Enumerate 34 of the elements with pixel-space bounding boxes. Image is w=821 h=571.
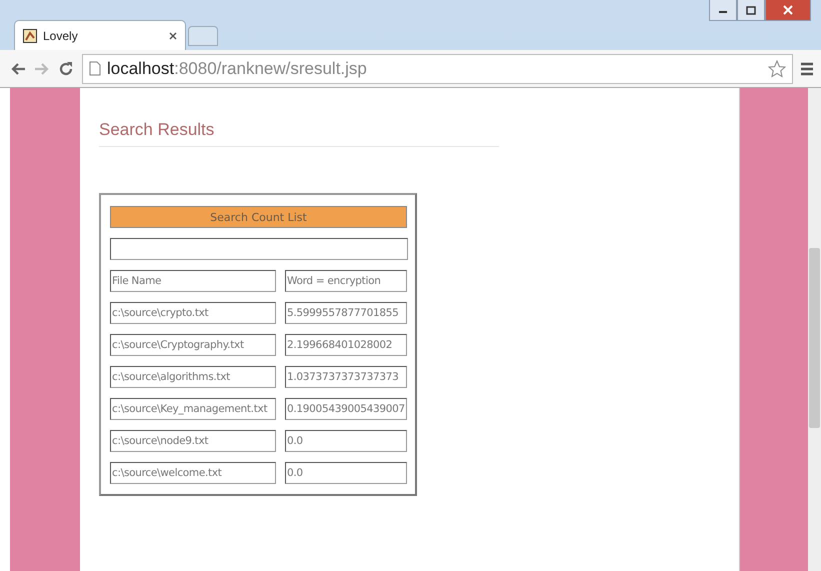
menu-icon[interactable] — [801, 62, 813, 76]
maximize-icon — [746, 6, 756, 14]
page-heading: Search Results — [99, 120, 499, 147]
back-icon[interactable] — [10, 62, 26, 76]
close-icon — [783, 5, 793, 15]
star-icon[interactable] — [768, 60, 786, 78]
page-icon — [23, 28, 37, 42]
header-field[interactable]: Word = encryption — [285, 270, 407, 292]
input-field[interactable] — [110, 238, 408, 260]
value-field[interactable]: 0.0 — [285, 430, 407, 452]
value-field[interactable]: 5.5999557877701855 — [285, 302, 407, 324]
value-field[interactable]: c:\source\node9.txt — [110, 430, 276, 452]
value-field[interactable]: 1.0373737373737373 — [285, 366, 407, 388]
url-text: localhost:8080/ranknew/sresult.jsp — [107, 58, 367, 78]
tab-title: Lovely — [43, 28, 79, 42]
value-field[interactable]: c:\source\Key_management.txt — [110, 398, 276, 420]
close-button[interactable] — [765, 0, 811, 21]
browser-tab[interactable]: Lovely — [14, 20, 186, 50]
address-bar[interactable]: localhost:8080/ranknew/sresult.jsp — [82, 54, 793, 84]
value-field[interactable]: c:\source\Cryptography.txt — [110, 334, 276, 356]
table-title: Search Count List — [110, 206, 407, 228]
scrollbar[interactable] — [808, 88, 821, 571]
reload-icon[interactable] — [58, 60, 74, 76]
close-icon[interactable] — [169, 32, 177, 40]
value-field[interactable]: 0.19005439005439007 — [285, 398, 407, 420]
value-field[interactable]: 0.0 — [285, 462, 407, 484]
value-field[interactable]: c:\source\welcome.txt — [110, 462, 276, 484]
value-field[interactable]: c:\source\algorithms.txt — [110, 366, 276, 388]
page-icon — [89, 61, 101, 76]
minimize-button[interactable] — [709, 0, 737, 21]
value-field[interactable]: c:\source\crypto.txt — [110, 302, 276, 324]
value-field[interactable]: 2.199668401028002 — [285, 334, 407, 356]
header-field[interactable]: File Name — [110, 270, 276, 292]
maximize-button[interactable] — [737, 0, 765, 21]
